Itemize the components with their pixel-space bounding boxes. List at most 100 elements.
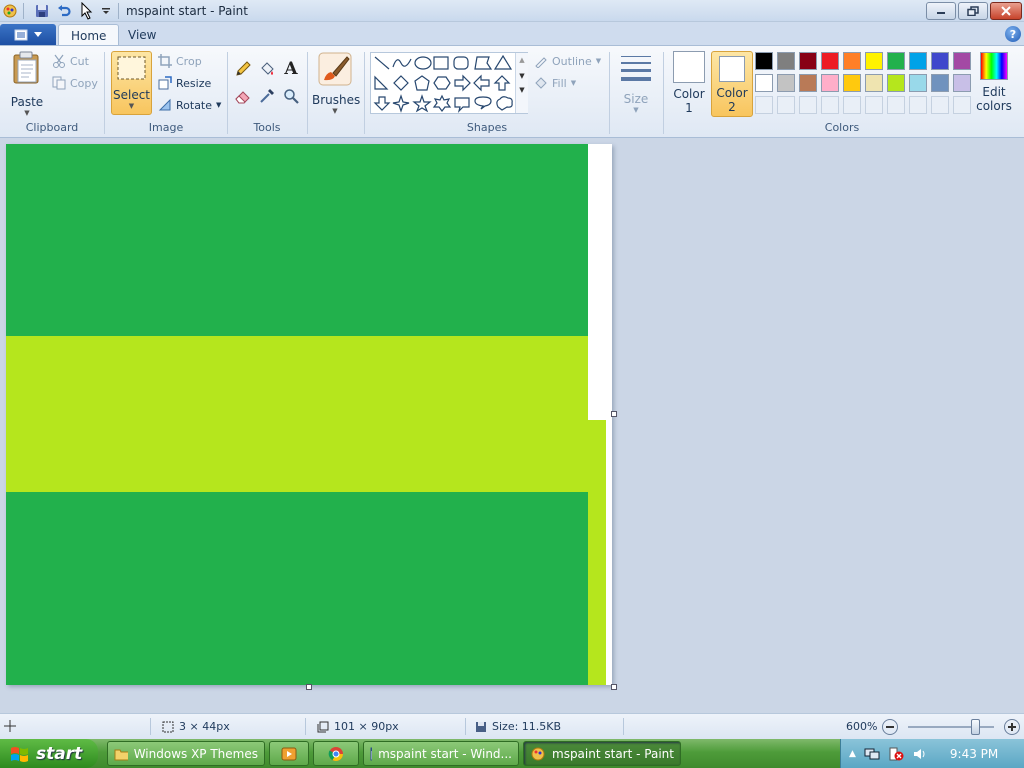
up-arrow-shape-icon <box>493 75 511 91</box>
paste-button[interactable]: Paste ▼ <box>8 50 46 117</box>
palette-swatch[interactable] <box>909 74 927 92</box>
zoom-in-button[interactable] <box>1004 719 1020 735</box>
palette-swatch[interactable] <box>887 74 905 92</box>
custom-color-slot[interactable] <box>865 96 883 114</box>
image-size: 101 × 90px <box>317 720 399 733</box>
undo-icon[interactable] <box>56 3 72 19</box>
custom-color-slot[interactable] <box>843 96 861 114</box>
taskbar-item-windows-xp-themes[interactable]: Windows XP Themes <box>107 741 265 766</box>
color2-button[interactable]: Color 2 <box>711 51 753 117</box>
palette-swatch[interactable] <box>777 52 795 70</box>
palette-swatch[interactable] <box>755 74 773 92</box>
resize-button[interactable]: Resize <box>158 76 211 90</box>
drawing-canvas[interactable] <box>6 144 612 685</box>
fill-bucket-icon[interactable] <box>257 59 277 79</box>
tray-expand-icon[interactable]: ▲ <box>849 749 856 759</box>
oval-callout-shape-icon <box>474 96 492 110</box>
palette-swatch[interactable] <box>843 52 861 70</box>
palette-swatch[interactable] <box>799 74 817 92</box>
close-button[interactable] <box>990 2 1022 20</box>
palette-swatch[interactable] <box>821 74 839 92</box>
polygon-shape-icon <box>474 56 493 70</box>
colors-group-label: Colors <box>824 121 860 134</box>
resize-handle-bottom[interactable] <box>306 684 312 690</box>
palette-swatch[interactable] <box>865 74 883 92</box>
select-button[interactable]: Select ▼ <box>111 51 152 115</box>
color1-button[interactable]: Color 1 <box>669 51 709 117</box>
save-icon[interactable] <box>34 3 50 19</box>
custom-color-slot[interactable] <box>821 96 839 114</box>
scroll-down-icon[interactable]: ▼ <box>516 72 528 80</box>
custom-color-slot[interactable] <box>931 96 949 114</box>
rectangle-shape-icon <box>433 56 449 70</box>
palette-swatch[interactable] <box>843 74 861 92</box>
restore-button[interactable] <box>958 2 988 20</box>
palette-swatch[interactable] <box>953 52 971 70</box>
help-icon[interactable]: ? <box>1005 26 1021 42</box>
zoom-slider[interactable] <box>908 726 994 728</box>
pencil-icon[interactable] <box>233 59 253 79</box>
windows-logo-icon <box>11 746 28 762</box>
fill-dropdown-icon: ▼ <box>570 79 577 87</box>
magnifier-icon[interactable] <box>281 86 301 106</box>
start-button[interactable]: start <box>0 739 98 768</box>
ribbon: Paste ▼ Cut Copy Clipboard Select ▼ Crop… <box>0 45 1024 138</box>
lime-selection-strip <box>588 420 606 685</box>
copy-icon <box>52 76 66 90</box>
paint-menu-button[interactable] <box>0 24 56 45</box>
cut-button[interactable]: Cut <box>52 54 89 68</box>
tab-home[interactable]: Home <box>58 24 120 46</box>
copy-button[interactable]: Copy <box>52 76 98 90</box>
scroll-up-icon[interactable]: ▲ <box>516 56 528 64</box>
palette-swatch[interactable] <box>865 52 883 70</box>
tab-view[interactable]: View <box>116 24 168 46</box>
size-button[interactable]: Size ▼ <box>616 52 656 116</box>
brushes-button[interactable]: Brushes ▼ <box>312 51 360 117</box>
crop-button[interactable]: Crop <box>158 54 202 68</box>
palette-swatch[interactable] <box>931 74 949 92</box>
taskbar-item-mspaint-explorer[interactable]: mspaint start - Wind... <box>363 741 519 766</box>
menu-icon <box>14 29 28 40</box>
customize-qat-icon[interactable] <box>98 3 114 19</box>
custom-color-slot[interactable] <box>953 96 971 114</box>
network-icon[interactable] <box>864 747 880 761</box>
palette-swatch[interactable] <box>799 52 817 70</box>
fill-button[interactable]: Fill ▼ <box>534 76 576 90</box>
paint-app-icon[interactable] <box>2 3 18 19</box>
outline-button[interactable]: Outline ▼ <box>534 54 601 68</box>
taskbar-item-mspaint[interactable]: mspaint start - Paint <box>523 741 681 766</box>
custom-color-slot[interactable] <box>799 96 817 114</box>
rotate-button[interactable]: Rotate ▼ <box>158 98 221 112</box>
palette-swatch[interactable] <box>755 52 773 70</box>
shapes-more-icon[interactable]: ▼ <box>516 86 528 94</box>
shapes-scrollbar[interactable]: ▲ ▼ ▼ <box>515 53 528 113</box>
custom-color-slot[interactable] <box>909 96 927 114</box>
edit-colors-button[interactable]: Edit colors <box>976 52 1012 118</box>
left-arrow-shape-icon <box>473 74 490 92</box>
zoom-out-button[interactable] <box>882 719 898 735</box>
resize-handle-right[interactable] <box>611 411 617 417</box>
color-picker-icon[interactable] <box>257 86 277 106</box>
line-shape-icon <box>374 56 390 70</box>
eraser-icon[interactable] <box>233 86 253 106</box>
security-alert-icon[interactable] <box>888 747 904 761</box>
palette-swatch[interactable] <box>909 52 927 70</box>
brush-icon <box>318 52 352 86</box>
zoom-slider-thumb[interactable] <box>971 719 980 735</box>
palette-swatch[interactable] <box>777 74 795 92</box>
palette-swatch[interactable] <box>887 52 905 70</box>
custom-color-slot[interactable] <box>777 96 795 114</box>
minimize-button[interactable] <box>926 2 956 20</box>
taskbar-item-chrome[interactable] <box>313 741 359 766</box>
palette-swatch[interactable] <box>821 52 839 70</box>
image-group-label: Image <box>148 121 184 134</box>
palette-swatch[interactable] <box>953 74 971 92</box>
custom-color-slot[interactable] <box>887 96 905 114</box>
text-tool-icon[interactable]: A <box>281 59 301 79</box>
custom-color-slot[interactable] <box>755 96 773 114</box>
volume-icon[interactable] <box>912 747 928 761</box>
resize-handle-corner[interactable] <box>611 684 617 690</box>
palette-swatch[interactable] <box>931 52 949 70</box>
taskbar-item-media[interactable] <box>269 741 309 766</box>
disk-icon <box>476 721 486 732</box>
